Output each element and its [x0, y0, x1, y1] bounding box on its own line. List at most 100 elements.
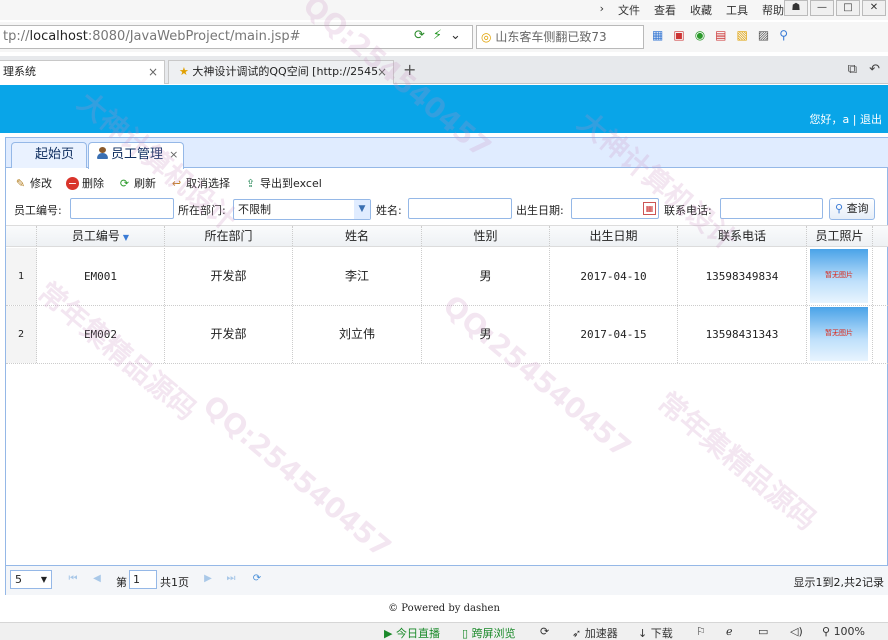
browser-tab-active[interactable]: 理系统 × [0, 60, 165, 84]
minimize-button[interactable]: — [810, 0, 834, 16]
query-button[interactable]: ⚲ 查询 [829, 198, 875, 220]
header-photo[interactable]: 员工照片 [807, 226, 873, 246]
refresh-icon[interactable]: ⟳ [414, 28, 425, 43]
zoom-control[interactable]: ⚲ 100% [822, 625, 865, 638]
chevron-right-icon[interactable]: › [600, 2, 604, 18]
calendar-icon[interactable]: ▦ [643, 202, 656, 215]
maximize-button[interactable]: □ [836, 0, 860, 16]
tab-employee-management[interactable]: 员工管理 × [88, 142, 184, 169]
menu-tools[interactable]: 工具 [726, 2, 748, 18]
skin-button[interactable]: ☗ [784, 0, 808, 16]
browser-tab-qzone[interactable]: ★ 大神设计调试的QQ空间 [http://2545 × [168, 60, 394, 84]
split-view-button[interactable]: ▯ 跨屏浏览 [462, 625, 516, 640]
delete-label: 删除 [82, 177, 104, 190]
menu-list: › 文件 查看 收藏 工具 帮助 [600, 2, 784, 18]
dept-select[interactable]: 不限制 ▼ [233, 199, 371, 220]
header-label: 所在部门 [204, 229, 253, 243]
cell-dept: 开发部 [165, 248, 293, 305]
accelerator-button[interactable]: ➶ 加速器 [572, 625, 618, 640]
cell-name: 李江 [293, 248, 422, 305]
header-emp-no[interactable]: 员工编号 ▼ [37, 226, 165, 246]
logout-link[interactable]: 退出 [860, 113, 882, 126]
employee-photo[interactable]: 暂无图片 [810, 307, 868, 361]
header-birth[interactable]: 出生日期 [550, 226, 678, 246]
browser-menubar: › 文件 查看 收藏 工具 帮助 ☗ — □ ✕ [0, 0, 888, 20]
first-page-icon[interactable]: ⏮ [66, 572, 80, 586]
cell-photo: 暂无图片 [807, 306, 873, 363]
pencil-icon: ✎ [15, 176, 26, 190]
refresh-button[interactable]: ⟳ 刷新 [118, 175, 156, 191]
emp-no-label: 员工编号: [14, 204, 62, 217]
browser-tab-row: 理系统 × ★ 大神设计调试的QQ空间 [http://2545 × [0, 56, 888, 84]
refresh-icon[interactable]: ⟳ [540, 625, 549, 638]
undo-icon: ↩ [171, 176, 182, 190]
header-label: 出生日期 [589, 229, 638, 243]
last-page-icon[interactable]: ⏭ [224, 572, 238, 586]
new-tab-button[interactable]: + [403, 60, 416, 79]
phone-input[interactable] [720, 198, 823, 219]
chevron-down-icon[interactable]: ▼ [354, 200, 370, 219]
app-header: 您好，a | 退出 [0, 85, 888, 133]
live-button[interactable]: ▶ 今日直播 [384, 625, 440, 640]
close-window-button[interactable]: ✕ [862, 0, 886, 16]
header-gender[interactable]: 性别 [422, 226, 550, 246]
lightning-icon[interactable]: ⚡ [433, 28, 442, 43]
close-tab-icon[interactable]: × [148, 61, 158, 83]
table-row[interactable]: 1 EM001 开发部 李江 男 2017-04-10 13598349834 … [6, 248, 888, 306]
restore-icon[interactable]: ⧉ [848, 62, 857, 77]
emp-no-input[interactable] [70, 198, 174, 219]
cell-emp-no: EM001 [37, 248, 165, 305]
browser-search-box[interactable]: ◎ 山东客车侧翻已致73 [476, 25, 644, 49]
tools-icon[interactable]: ▧ [737, 28, 748, 42]
close-tab-icon[interactable]: × [169, 148, 178, 161]
cell-gender: 男 [422, 248, 550, 305]
live-label: 今日直播 [395, 627, 440, 640]
news-icon[interactable]: ▣ [673, 28, 684, 42]
address-bar[interactable]: tp://localhost:8080/JavaWebProject/main.… [0, 25, 473, 49]
refresh-icon: ⟳ [119, 176, 130, 190]
page-size-select[interactable]: 5 ▼ [10, 570, 52, 589]
translate-icon[interactable]: ▤ [715, 28, 726, 42]
tab-row-tools: ⧉ ↶ [848, 62, 880, 77]
deselect-button[interactable]: ↩ 取消选择 [170, 175, 230, 191]
shield-icon[interactable]: ◉ [695, 28, 705, 42]
header-dept[interactable]: 所在部门 [165, 226, 293, 246]
header-label: 员工编号 [71, 229, 120, 243]
employee-photo[interactable]: 暂无图片 [810, 249, 868, 303]
cell-gender: 男 [422, 306, 550, 363]
edit-button[interactable]: ✎ 修改 [14, 175, 52, 191]
rocket-icon: ➶ [572, 627, 582, 640]
next-page-icon[interactable]: ▶ [201, 572, 215, 586]
cell-emp-no: EM002 [37, 306, 165, 363]
tab-home[interactable]: 起始页 [11, 142, 87, 168]
delete-button[interactable]: − 删除 [66, 175, 104, 191]
menu-file[interactable]: 文件 [618, 2, 640, 18]
window-controls: ☗ — □ ✕ [784, 0, 886, 16]
export-excel-button[interactable]: ⇪ 导出到excel [244, 175, 322, 191]
prev-page-icon[interactable]: ◀ [90, 572, 104, 586]
reload-icon[interactable]: ⟳ [250, 572, 264, 586]
split-icon: ▯ [462, 627, 469, 640]
header-name[interactable]: 姓名 [293, 226, 422, 246]
undo-icon[interactable]: ↶ [869, 62, 880, 77]
close-tab-icon[interactable]: × [377, 61, 387, 83]
menu-help[interactable]: 帮助 [762, 2, 784, 18]
flag-icon[interactable]: ⚐ [696, 625, 706, 638]
header-phone[interactable]: 联系电话 [678, 226, 807, 246]
search-icon[interactable]: ⚲ [779, 28, 788, 42]
page-number-input[interactable]: 1 [129, 570, 157, 589]
screenshot-icon[interactable]: ▨ [758, 28, 769, 42]
chevron-down-icon[interactable]: ⌄ [450, 28, 461, 43]
table-row[interactable]: 2 EM002 开发部 刘立伟 男 2017-04-15 13598431343… [6, 306, 888, 364]
download-button[interactable]: ↓ 下载 [638, 625, 673, 640]
apps-icon[interactable]: ▦ [652, 28, 663, 42]
name-input[interactable] [408, 198, 512, 219]
menu-favorites[interactable]: 收藏 [690, 2, 712, 18]
menu-view[interactable]: 查看 [654, 2, 676, 18]
dept-label: 所在部门: [178, 204, 226, 217]
ie-icon[interactable]: ℯ [726, 625, 733, 638]
birth-date-input[interactable]: ▦ [571, 198, 659, 219]
speaker-icon[interactable]: ◁) [790, 625, 803, 638]
browser-tab-title: 大神设计调试的QQ空间 [http://2545 [192, 65, 379, 78]
window-icon[interactable]: ▭ [758, 625, 768, 638]
